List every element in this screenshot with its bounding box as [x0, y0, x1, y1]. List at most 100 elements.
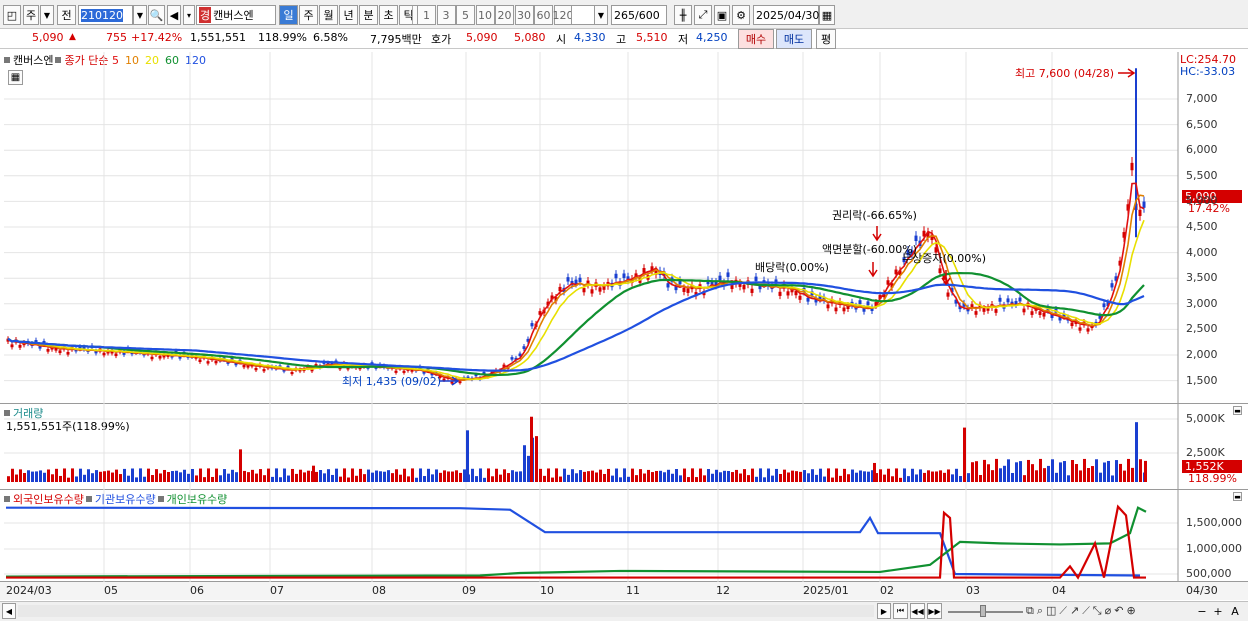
volume-bar [783, 469, 786, 482]
volume-bar [375, 470, 378, 482]
next-page-icon[interactable]: ▶▶ [927, 603, 942, 619]
x-tick-label: 08 [372, 584, 386, 597]
volume-bar [935, 471, 938, 482]
volume-bar [779, 473, 782, 482]
volume-bar [951, 474, 954, 482]
volume-bar [591, 470, 594, 482]
price-tick-label: 3,000 [1186, 296, 1218, 310]
volume-bar [1119, 463, 1122, 482]
volume-spike [1135, 422, 1138, 482]
volume-bar [579, 470, 582, 482]
volume-bar [687, 477, 690, 482]
candle-body [750, 288, 754, 293]
candle-body [1110, 283, 1114, 288]
volume-bar [199, 468, 202, 482]
volume-bar [1107, 460, 1110, 482]
volume-bar [407, 476, 410, 482]
candle-body [938, 268, 942, 274]
price-tick-label: 3,500 [1186, 271, 1218, 285]
volume-bar [551, 477, 554, 482]
volume-bar [491, 476, 494, 482]
volume-bar [323, 473, 326, 482]
candle-body [1006, 298, 1010, 303]
holdings-tick-label: 1,500,000 [1186, 516, 1242, 529]
horizontal-scrollbar[interactable] [18, 605, 874, 617]
volume-bar [463, 469, 466, 482]
zoom-out-icon[interactable]: − [1196, 603, 1208, 619]
x-tick-label: 09 [462, 584, 476, 597]
zoom-slider-handle[interactable] [980, 605, 986, 617]
candle-body [1130, 162, 1134, 171]
volume-bar [391, 473, 394, 482]
volume-bar [547, 468, 550, 482]
candle-body [102, 352, 106, 356]
volume-bar [71, 468, 74, 482]
chart-canvas[interactable] [0, 0, 1248, 621]
volume-bar [519, 471, 522, 482]
volume-bar [999, 468, 1002, 482]
volume-bar [1111, 475, 1114, 482]
volume-bar [299, 469, 302, 482]
volume-bar [1051, 459, 1054, 482]
x-tick-label: 02 [880, 584, 894, 597]
volume-bar [131, 468, 134, 482]
volume-bar [275, 468, 278, 482]
volume-bar [143, 476, 146, 482]
volume-bar [535, 436, 538, 482]
volume-bar [635, 475, 638, 482]
volume-bar [439, 472, 442, 482]
volume-bar [863, 471, 866, 482]
price-tick-label: 6,000 [1186, 143, 1218, 157]
candle-body [66, 351, 70, 355]
volume-tick-label: 2,500K [1186, 446, 1225, 459]
volume-bar [867, 471, 870, 482]
volume-bar [295, 473, 298, 482]
volume-bar [83, 474, 86, 482]
volume-bar [595, 472, 598, 482]
volume-bar [879, 469, 882, 482]
volume-bar [1023, 475, 1026, 482]
candle-body [786, 291, 790, 296]
volume-bar [927, 470, 930, 482]
volume-bar [99, 471, 102, 482]
volume-bar [939, 470, 942, 482]
text-size-icon[interactable]: A [1228, 603, 1242, 619]
volume-bar [147, 468, 150, 482]
scroll-right-icon[interactable]: ▶ [877, 603, 891, 619]
volume-bar [435, 469, 438, 482]
zoom-in-icon[interactable]: + [1212, 603, 1224, 619]
volume-bar [331, 474, 334, 482]
volume-bar [815, 474, 818, 482]
volume-bar [203, 477, 206, 482]
price-tick-label: 2,500 [1186, 322, 1218, 336]
volume-bar [931, 471, 934, 482]
candle-body [1070, 322, 1074, 327]
volume-bar [415, 477, 418, 482]
candle-body [522, 346, 526, 349]
volume-bar [159, 473, 162, 482]
volume-bar [255, 473, 258, 482]
prev-page-icon[interactable]: ◀◀ [910, 603, 925, 619]
candle-body [58, 350, 62, 354]
drawing-tools[interactable]: ⧉⌕◫⟋↗⟋⤡⌀↶⊕ [1026, 604, 1139, 618]
rights-annotation: 권리락(-66.65%) [832, 209, 917, 222]
volume-bar [471, 468, 474, 482]
x-tick-label: 2025/01 [803, 584, 849, 597]
candle-body [998, 297, 1002, 302]
volume-bar [339, 476, 342, 482]
volume-bar [1131, 467, 1134, 482]
volume-bar [107, 470, 110, 482]
volume-bar [807, 473, 810, 482]
volume-bar [431, 474, 434, 482]
dividend-annotation: 배당락(0.00%) [755, 261, 829, 274]
volume-bar [483, 477, 486, 482]
candle-body [798, 295, 802, 300]
scroll-left-icon[interactable]: ◀ [2, 603, 16, 619]
volume-bar [627, 476, 630, 482]
volume-bar [707, 469, 710, 482]
volume-bar [35, 471, 38, 482]
volume-bar [771, 475, 774, 482]
first-page-icon[interactable]: ⏮ [893, 603, 908, 619]
volume-bar [495, 468, 498, 482]
volume-bar [915, 474, 918, 482]
